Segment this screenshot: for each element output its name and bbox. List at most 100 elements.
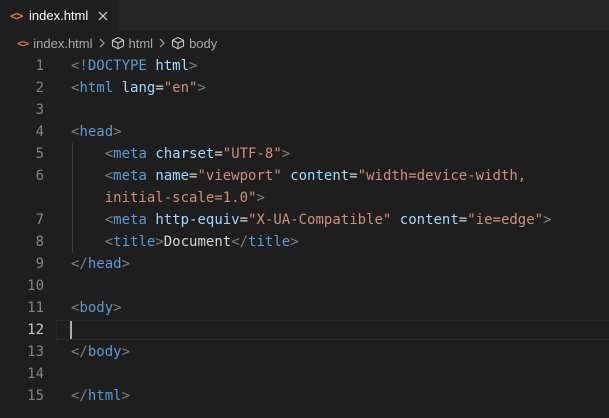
code-line[interactable]: 1 <!DOCTYPE html>	[0, 55, 609, 77]
code-token: </	[71, 388, 88, 404]
code-line[interactable]: 7 <meta http-equiv="X-UA-Compatible" con…	[0, 209, 609, 231]
code-line[interactable]: 11 <body>	[0, 297, 609, 319]
code-line[interactable]: 9 </head>	[0, 253, 609, 275]
code-token: "en"	[163, 80, 198, 96]
line-number: 11	[27, 300, 44, 316]
code-line[interactable]: 3	[0, 99, 609, 121]
code-line[interactable]: 13 </body>	[0, 341, 609, 363]
line-content: <meta http-equiv="X-UA-Compatible" conte…	[71, 209, 552, 231]
line-content: </html>	[71, 385, 130, 407]
code-token: >	[113, 124, 122, 140]
tab-label: index.html	[29, 8, 89, 23]
line-content: <head>	[71, 121, 122, 143]
code-token: >	[256, 190, 265, 206]
code-token: <	[104, 212, 114, 228]
code-token: head	[79, 124, 114, 140]
code-token: DOCTYPE	[87, 58, 147, 74]
code-line[interactable]: 15 </html>	[0, 385, 609, 407]
code-token: html	[79, 80, 114, 96]
code-token: html	[87, 388, 122, 404]
breadcrumb-label: index.html	[33, 35, 93, 51]
code-line[interactable]: 14	[0, 363, 609, 385]
line-number: 4	[35, 124, 44, 140]
code-token: "ie=edge"	[467, 212, 544, 228]
line-number: 5	[35, 146, 44, 162]
line-content: <title>Document</title>	[71, 231, 299, 253]
code-line[interactable]: initial-scale=1.0">	[0, 187, 609, 209]
breadcrumb-item-file[interactable]: <> index.html	[17, 36, 93, 51]
code-token: http-equiv	[155, 212, 240, 228]
code-token: </	[71, 256, 88, 272]
html-file-icon: <>	[17, 36, 29, 50]
chevron-right-icon	[159, 38, 165, 48]
code-token: meta	[113, 168, 147, 184]
code-token: content	[399, 212, 459, 228]
code-token: <	[104, 146, 114, 162]
code-token: meta	[113, 146, 147, 162]
line-number: 14	[27, 366, 44, 382]
code-line[interactable]: 12	[0, 319, 609, 341]
line-number: 9	[35, 256, 44, 272]
code-token: >	[121, 256, 131, 272]
code-token: </	[71, 344, 88, 360]
line-content: <html lang="en">	[71, 77, 206, 99]
code-token: body	[79, 300, 114, 316]
code-line[interactable]: 5 <meta charset="UTF-8">	[0, 143, 609, 165]
code-token: =	[458, 212, 468, 228]
code-line[interactable]: 4 <head>	[0, 121, 609, 143]
breadcrumb: <> index.html html body	[0, 31, 609, 55]
line-number: 8	[35, 234, 44, 250]
code-token: <	[104, 168, 114, 184]
close-icon[interactable]	[96, 9, 110, 23]
breadcrumb-label: body	[189, 35, 218, 51]
line-number: 12	[27, 322, 44, 338]
breadcrumb-item-body[interactable]: body	[171, 36, 217, 51]
code-token: =	[239, 212, 249, 228]
code-token: charset	[155, 146, 215, 162]
line-content: <meta name="viewport" content="width=dev…	[71, 165, 527, 187]
code-area[interactable]: 1 <!DOCTYPE html> 2 <html lang="en"> 3 4 <head…	[0, 55, 609, 418]
code-token: title	[113, 234, 156, 250]
code-token: >	[290, 234, 299, 250]
code-token: html	[155, 58, 190, 74]
code-token: meta	[113, 212, 147, 228]
code-line[interactable]: 10	[0, 275, 609, 297]
code-token: >	[281, 146, 291, 162]
code-token: =	[214, 146, 223, 162]
code-line[interactable]: 8 <title>Document</title>	[0, 231, 609, 253]
code-editor: <> index.html <> index.html html body 1 …	[0, 0, 609, 418]
code-token: >	[155, 234, 164, 250]
code-token: Document	[163, 234, 232, 250]
code-token: "viewport"	[197, 168, 282, 184]
line-number: 15	[27, 388, 44, 404]
code-token: >	[121, 388, 131, 404]
chevron-right-icon	[99, 38, 105, 48]
code-token: >	[543, 212, 552, 228]
code-token: title	[248, 234, 291, 250]
code-token: >	[121, 344, 131, 360]
line-content: initial-scale=1.0">	[71, 187, 265, 209]
line-content: <meta charset="UTF-8">	[71, 143, 291, 165]
breadcrumb-item-html[interactable]: html	[111, 36, 153, 51]
code-line[interactable]: 6 <meta name="viewport" content="width=d…	[0, 165, 609, 187]
line-number: 3	[35, 102, 44, 118]
code-token: =	[155, 80, 164, 96]
tab-index-html[interactable]: <> index.html	[0, 0, 118, 31]
code-line[interactable]: 2 <html lang="en">	[0, 77, 609, 99]
code-token: =	[349, 168, 358, 184]
line-number: 7	[35, 212, 44, 228]
line-number: 1	[35, 58, 44, 74]
code-token: "UTF-8"	[222, 146, 282, 162]
cube-symbol-icon	[172, 36, 185, 50]
code-token: "width=device-width,	[357, 168, 527, 184]
line-content: <body>	[71, 297, 122, 319]
line-number: 10	[27, 278, 44, 294]
line-content: </head>	[71, 253, 130, 275]
code-token: >	[113, 300, 122, 316]
